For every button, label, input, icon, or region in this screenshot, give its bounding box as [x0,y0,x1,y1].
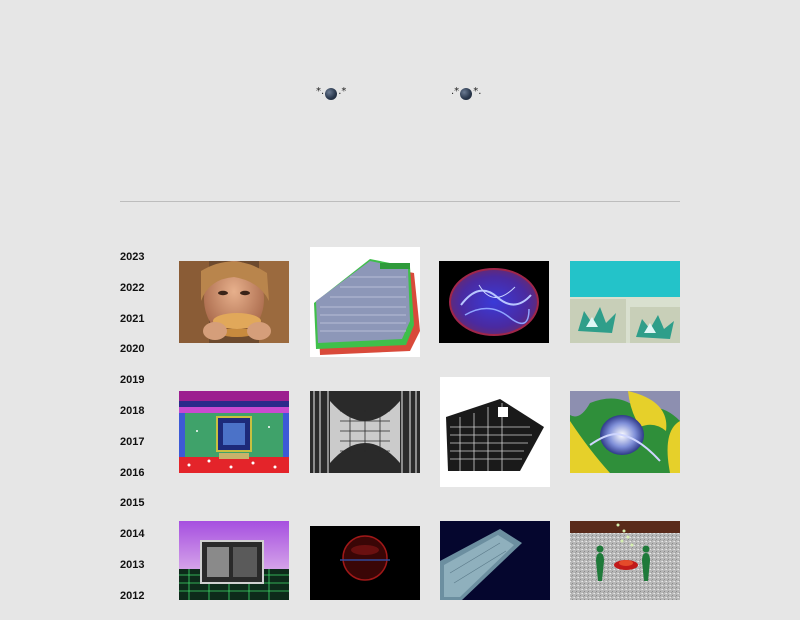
thumb-glitch-window[interactable] [179,391,289,473]
logo-right-deco-right: *. [473,85,482,97]
year-link[interactable]: 2016 [120,466,144,497]
thumb-statues-noise[interactable] [570,521,680,600]
thumb-blue-oval[interactable] [439,261,549,343]
orb-icon [325,88,338,100]
year-link[interactable]: 2015 [120,496,144,527]
thumb-green-shape[interactable] [310,247,420,357]
thumb-purple-grid[interactable] [179,521,289,600]
year-link[interactable]: 2021 [120,312,144,343]
year-link[interactable]: 2017 [120,435,144,466]
thumb-bw-house[interactable] [440,377,550,487]
year-link[interactable]: 2018 [120,404,144,435]
year-link[interactable]: 2013 [120,558,144,589]
thumb-blue-diagonal[interactable] [440,521,550,600]
orb-icon [460,88,473,100]
year-link[interactable]: 2014 [120,527,144,558]
logo-right[interactable]: .* *. [451,86,481,102]
header-divider [120,201,680,202]
year-link[interactable]: 2020 [120,342,144,373]
logo-right-deco-left: .* [451,85,460,97]
year-link[interactable]: 2022 [120,281,144,312]
year-link[interactable]: 2019 [120,373,144,404]
thumb-burger-woman[interactable] [179,261,289,343]
year-nav: 2023 2022 2021 2020 2019 2018 2017 2016 … [120,250,144,620]
logo-left[interactable]: *. .* [316,86,346,102]
logo-left-deco-left: *. [316,85,325,97]
thumb-red-orb[interactable] [310,526,420,600]
thumb-cyan-leaves[interactable] [570,261,680,343]
thumb-bw-pattern[interactable] [310,391,420,473]
year-link[interactable]: 2012 [120,589,144,620]
thumb-fluid-blob[interactable] [570,391,680,473]
logo-left-deco-right: .* [338,85,347,97]
site-header: *. .* .* *. [0,0,800,200]
year-link[interactable]: 2023 [120,250,144,281]
